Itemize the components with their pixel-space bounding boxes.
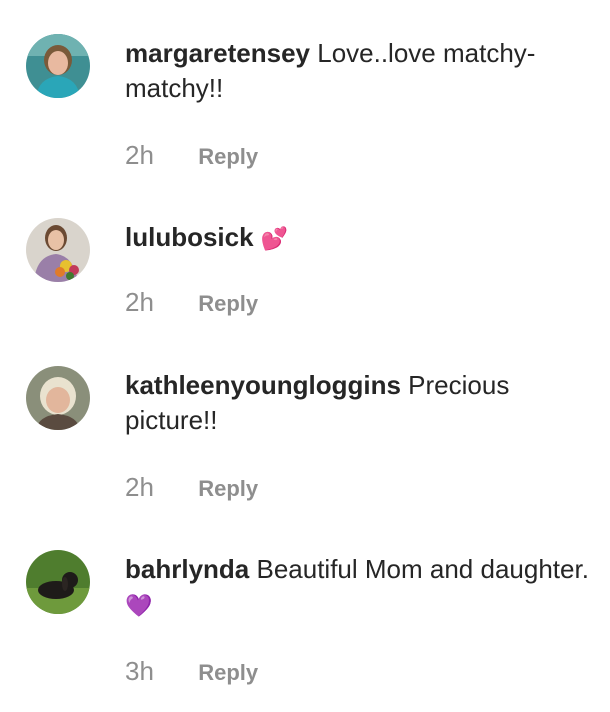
comment-meta: 2h Reply xyxy=(125,472,258,502)
avatar[interactable] xyxy=(26,218,90,282)
comment-body: lulubosick 💕 xyxy=(125,220,595,256)
comment-timestamp: 2h xyxy=(125,287,154,317)
reply-button[interactable]: Reply xyxy=(198,142,258,172)
comment-timestamp: 2h xyxy=(125,140,154,170)
avatar[interactable] xyxy=(26,34,90,98)
reply-button[interactable]: Reply xyxy=(198,474,258,504)
comment-emoji: 💕 xyxy=(260,226,289,251)
comment-username[interactable]: kathleenyoungloggins xyxy=(125,370,401,400)
reply-button[interactable]: Reply xyxy=(198,658,258,688)
comment-username[interactable]: margaretensey xyxy=(125,38,310,68)
comment-list: margaretensey Love..love matchy-matchy!!… xyxy=(0,0,610,712)
reply-button[interactable]: Reply xyxy=(198,289,258,319)
comment-meta: 2h Reply xyxy=(125,140,258,170)
comment-meta: 2h Reply xyxy=(125,287,258,317)
avatar-photo xyxy=(26,366,90,430)
comment-timestamp: 3h xyxy=(125,656,154,686)
avatar-photo xyxy=(26,550,90,614)
avatar[interactable] xyxy=(26,366,90,430)
comment-meta: 3h Reply xyxy=(125,656,258,686)
comment-username[interactable]: bahrlynda xyxy=(125,554,249,584)
comment-body: bahrlynda Beautiful Mom and daughter. 💜 xyxy=(125,552,595,623)
avatar-photo xyxy=(26,218,90,282)
avatar[interactable] xyxy=(26,550,90,614)
avatar-photo xyxy=(26,34,90,98)
comment-text: Beautiful Mom and daughter. xyxy=(256,554,589,584)
comment-body: margaretensey Love..love matchy-matchy!! xyxy=(125,36,595,106)
comment-timestamp: 2h xyxy=(125,472,154,502)
comment-emoji: 💜 xyxy=(125,593,153,618)
comment-body: kathleenyoungloggins Precious picture!! xyxy=(125,368,595,438)
comment-username[interactable]: lulubosick xyxy=(125,222,254,252)
